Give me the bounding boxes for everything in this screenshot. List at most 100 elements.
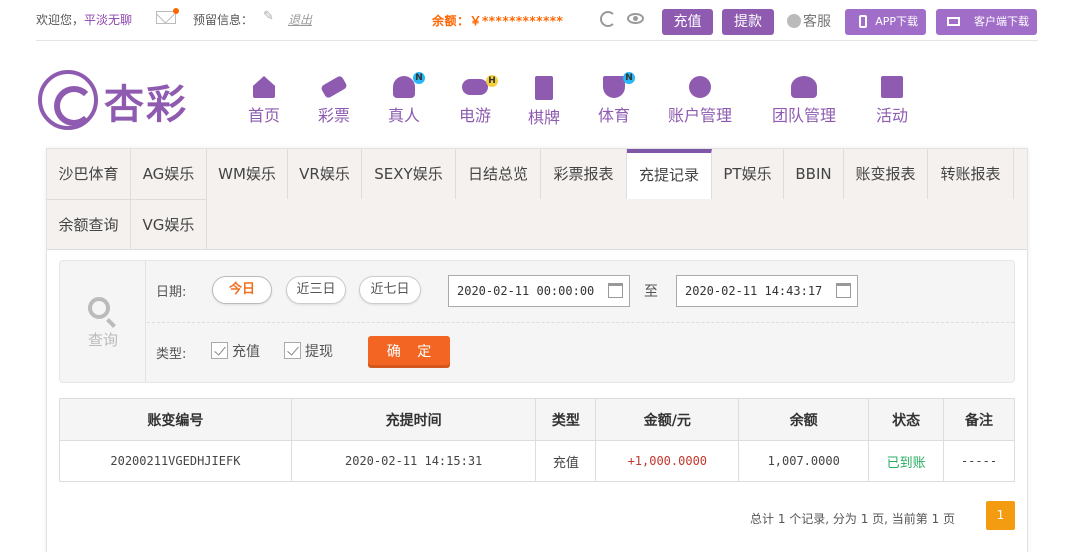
tab-vr[interactable]: VR娱乐 [288, 149, 362, 199]
nav-sports[interactable]: N 体育 [598, 72, 635, 126]
reserve-info-label: 预留信息： [193, 13, 254, 27]
end-date-input[interactable]: 2020-02-11 14:43:17 [676, 275, 858, 307]
nav-lottery[interactable]: 彩票 [318, 74, 351, 126]
nav-label: 彩票 [318, 106, 351, 125]
app-download-label: APP下载 [875, 15, 918, 28]
report-panel: 沙巴体育 AG娱乐 WM娱乐 VR娱乐 SEXY娱乐 日结总览 彩票报表 充提记… [46, 148, 1028, 552]
client-download-button[interactable]: 客户端下载 [936, 9, 1037, 35]
nav-activity[interactable]: 活动 [876, 76, 908, 126]
mail-icon[interactable] [156, 8, 179, 24]
customer-service-icon [787, 14, 801, 28]
record-status: 已到账 [868, 440, 945, 482]
eye-icon[interactable] [627, 13, 644, 24]
query-label: 查询 [87, 331, 118, 349]
phone-icon [859, 15, 867, 28]
range-3days-button[interactable]: 近三日 [286, 276, 346, 304]
nav-home[interactable]: 首页 [248, 76, 280, 126]
unread-dot [173, 8, 179, 14]
tab-deposit-withdraw-records[interactable]: 充提记录 [627, 149, 712, 199]
tab-pt[interactable]: PT娱乐 [712, 149, 784, 199]
withdraw-button[interactable]: 提款 [722, 9, 774, 35]
tab-wm[interactable]: WM娱乐 [207, 149, 288, 199]
type-withdraw-checkbox[interactable]: 提现 [284, 341, 333, 361]
calendar-icon[interactable] [608, 283, 623, 298]
top-bar: 欢迎您，平淡无聊 预留信息： ✎ 退出 余额：￥************ 充值 … [0, 0, 1082, 40]
customer-service-label: 客服 [803, 14, 831, 30]
nav-live[interactable]: N 真人 [388, 72, 425, 126]
tab-sexy[interactable]: SEXY娱乐 [362, 149, 456, 199]
tab-saba-sports[interactable]: 沙巴体育 [47, 149, 131, 199]
app-download-button[interactable]: APP下载 [845, 9, 926, 35]
tab-account-change-report[interactable]: 账变报表 [844, 149, 928, 199]
tab-ag[interactable]: AG娱乐 [131, 149, 207, 199]
logo-brand-text: 杏彩 [104, 81, 188, 128]
recharge-button[interactable]: 充值 [662, 9, 713, 35]
new-badge: N [413, 72, 425, 84]
nav-label: 电游 [459, 106, 492, 125]
live-dealer-icon: N [393, 72, 425, 98]
tab-balance-query[interactable]: 余额查询 [47, 199, 131, 249]
filter-divider [147, 322, 1014, 323]
checkbox-icon[interactable] [211, 342, 228, 359]
balance-display: 余额：￥************ [432, 14, 564, 28]
query-side: 查询 [60, 261, 146, 382]
site-logo[interactable]: 杏彩 [38, 68, 188, 130]
date-separator: 至 [644, 284, 658, 300]
start-date-input[interactable]: 2020-02-11 00:00:00 [448, 275, 630, 307]
record-amount: +1,000.0000 [595, 440, 740, 482]
confirm-button[interactable]: 确 定 [368, 336, 450, 368]
date-label: 日期: [156, 285, 187, 300]
tab-lottery-report[interactable]: 彩票报表 [541, 149, 627, 199]
query-filter: 查询 日期: 今日 近三日 近七日 2020-02-11 00:00:00 至 … [59, 260, 1015, 383]
nav-account[interactable]: 账户管理 [668, 76, 732, 126]
checkbox-label: 充值 [232, 344, 260, 360]
tab-transfer-report[interactable]: 转账报表 [928, 149, 1014, 199]
table-row: 20200211VGEDHJIEFK 2020-02-11 14:15:31 充… [59, 440, 1015, 482]
welcome-prefix: 欢迎您， [36, 13, 85, 27]
record-id: 20200211VGEDHJIEFK [59, 440, 292, 482]
nav-team[interactable]: 团队管理 [772, 76, 836, 126]
table-header-row: 账变编号 充提时间 类型 金额/元 余额 状态 备注 [59, 398, 1015, 441]
gamepad-icon: H [462, 75, 498, 95]
nav-label: 真人 [388, 106, 421, 125]
col-header: 余额 [738, 398, 870, 441]
col-header: 充提时间 [290, 398, 537, 441]
col-header: 备注 [943, 398, 1015, 441]
nav-label: 棋牌 [528, 108, 561, 127]
calendar-icon[interactable] [836, 283, 851, 298]
col-header: 金额/元 [595, 398, 740, 441]
refresh-icon[interactable] [600, 11, 616, 27]
col-header: 类型 [535, 398, 597, 441]
checkbox-icon[interactable] [284, 342, 301, 359]
record-note: ----- [943, 440, 1015, 482]
search-icon [88, 297, 110, 319]
col-header: 账变编号 [59, 398, 292, 441]
divider [36, 40, 1038, 41]
record-type: 充值 [535, 440, 597, 482]
username[interactable]: 平淡无聊 [84, 13, 132, 27]
gift-icon [881, 76, 903, 98]
range-7days-button[interactable]: 近七日 [359, 276, 421, 304]
edit-icon[interactable]: ✎ [263, 10, 277, 24]
record-time: 2020-02-11 14:15:31 [290, 440, 537, 482]
range-today-button[interactable]: 今日 [212, 276, 272, 304]
nav-label: 活动 [876, 106, 909, 125]
nav-label: 团队管理 [772, 106, 837, 125]
welcome-text: 欢迎您，平淡无聊 [36, 11, 132, 28]
page-1-button[interactable]: 1 [986, 501, 1015, 530]
type-label: 类型: [156, 347, 187, 362]
record-balance: 1,007.0000 [738, 440, 870, 482]
tab-bbin[interactable]: BBIN [784, 149, 844, 199]
tab-vg[interactable]: VG娱乐 [131, 199, 207, 249]
checkbox-label: 提现 [305, 344, 333, 360]
customer-service-link[interactable]: 客服 [787, 11, 831, 31]
new-badge: N [623, 72, 635, 84]
logout-link[interactable]: 退出 [288, 11, 312, 28]
records-table: 账变编号 充提时间 类型 金额/元 余额 状态 备注 20200211VGEDH… [59, 398, 1015, 482]
yen-icon [689, 76, 711, 98]
nav-egame[interactable]: H 电游 [459, 75, 498, 126]
logo-badge-icon [38, 70, 98, 130]
type-recharge-checkbox[interactable]: 充值 [211, 341, 260, 361]
tab-daily-summary[interactable]: 日结总览 [456, 149, 541, 199]
nav-chess[interactable]: 棋牌 [528, 76, 560, 128]
